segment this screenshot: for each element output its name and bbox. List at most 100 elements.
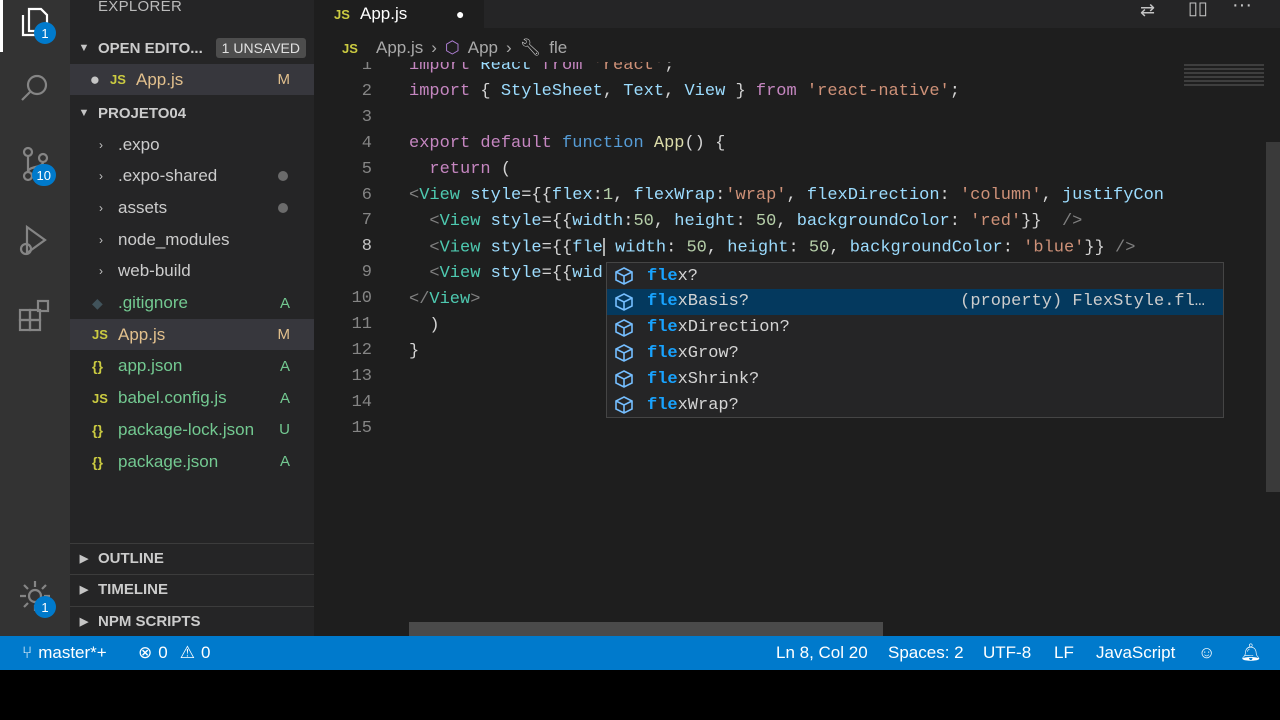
- outline-label: OUTLINE: [98, 550, 164, 567]
- code-line-1: import React from 'react';: [409, 62, 675, 75]
- horizontal-scrollbar[interactable]: [409, 622, 883, 636]
- explorer-icon[interactable]: 1: [0, 0, 70, 52]
- file-tree-item[interactable]: JS App.js M: [70, 319, 314, 351]
- code-line-7: <View style={{width:50, height: 50, back…: [429, 212, 1083, 231]
- file-tree-item[interactable]: › .expo-shared: [70, 161, 314, 192]
- suggestion-item[interactable]: fle xGrow?: [607, 340, 1223, 366]
- file-status: A: [279, 453, 290, 470]
- suggestion-item[interactable]: fle xWrap?: [607, 392, 1223, 418]
- extensions-icon[interactable]: [0, 286, 70, 346]
- git-file-icon: ◆: [92, 294, 103, 311]
- cursor-position[interactable]: Ln 8, Col 20: [776, 636, 868, 670]
- open-editor-item[interactable]: ● JS App.js M: [70, 64, 314, 95]
- unsaved-dot-icon[interactable]: ●: [456, 6, 464, 22]
- file-name: node_modules: [118, 229, 230, 249]
- file-name: web-build: [118, 261, 191, 281]
- indentation[interactable]: Spaces: 2: [888, 636, 964, 670]
- bell-icon[interactable]: 🔔︎: [1240, 636, 1262, 670]
- branch-indicator[interactable]: ⑂ master*+: [22, 636, 107, 670]
- language-mode[interactable]: JavaScript: [1096, 636, 1175, 670]
- npm-scripts-section[interactable]: ▶ NPM SCRIPTS: [70, 606, 314, 636]
- file-name: package.json: [118, 451, 219, 471]
- file-tree-item[interactable]: › assets: [70, 192, 314, 223]
- vscode-window: 1 10 1 EXPLORER ▼ OPEN EDITO... 1 UNSAVE…: [0, 0, 1280, 670]
- timeline-section[interactable]: ▶ TIMELINE: [70, 574, 314, 604]
- feedback-icon[interactable]: ☺: [1198, 636, 1215, 670]
- error-count: 0: [158, 643, 168, 662]
- file-tree-item[interactable]: {} app.json A: [70, 351, 314, 382]
- file-status: M: [277, 71, 291, 88]
- chevron-right-icon: ▶: [79, 553, 89, 565]
- line-number: 8: [361, 237, 372, 257]
- js-file-icon: JS: [334, 6, 350, 22]
- modified-dot-icon: [278, 171, 288, 182]
- split-editor-icon[interactable]: ▯▯: [1188, 0, 1208, 19]
- file-name: babel.config.js: [118, 388, 227, 408]
- outline-section[interactable]: ▶ OUTLINE: [70, 543, 314, 573]
- file-tree-item[interactable]: JS babel.config.js A: [70, 383, 314, 414]
- timeline-label: TIMELINE: [98, 581, 168, 598]
- source-control-icon[interactable]: 10: [0, 134, 70, 194]
- file-name: app.json: [118, 356, 183, 376]
- code-line-5: return (: [429, 160, 512, 179]
- more-actions-icon[interactable]: ···: [1232, 0, 1252, 17]
- suggestion-item[interactable]: fle x?: [607, 263, 1223, 289]
- suggestion-item[interactable]: fle xDirection?: [607, 315, 1223, 341]
- open-editors-section[interactable]: ▼ OPEN EDITO... 1 UNSAVED: [70, 33, 314, 63]
- file-status: A: [279, 389, 290, 407]
- unsaved-badge: 1 UNSAVED: [215, 38, 306, 58]
- modified-dot-icon: [278, 202, 288, 213]
- json-file-icon: {}: [92, 421, 103, 438]
- line-number: 15: [351, 418, 372, 438]
- file-name: App.js: [118, 324, 166, 344]
- json-file-icon: {}: [92, 358, 103, 375]
- property-icon: [613, 318, 635, 337]
- line-number: 5: [361, 159, 372, 179]
- file-tree-item[interactable]: {} package.json A: [70, 446, 314, 477]
- breadcrumb-symbol[interactable]: App: [468, 38, 498, 58]
- code-line-11: ): [409, 316, 440, 335]
- code-line-6: <View style={{flex:1, flexWrap:'wrap', f…: [409, 186, 1165, 205]
- file-status: U: [279, 421, 290, 439]
- code-line-4: export default function App() {: [409, 134, 726, 153]
- settings-gear-icon[interactable]: 1: [0, 566, 70, 626]
- error-icon: ⊗: [138, 643, 153, 662]
- end-of-line[interactable]: LF: [1054, 636, 1074, 670]
- line-number: 2: [361, 81, 372, 101]
- tab-app-js[interactable]: JS App.js ●: [314, 0, 484, 28]
- file-tree-item[interactable]: {} package-lock.json U: [70, 414, 314, 445]
- chevron-right-icon: ›: [99, 264, 103, 279]
- file-tree-item[interactable]: › node_modules: [70, 224, 314, 255]
- code-line-9: <View style={{wid: [429, 264, 603, 283]
- run-debug-icon[interactable]: [0, 210, 70, 270]
- breadcrumb-prop[interactable]: fle: [549, 38, 567, 58]
- file-tree-item[interactable]: ◆ .gitignore A: [70, 288, 314, 319]
- suggestion-item[interactable]: fle xBasis? (property) FlexStyle.fl…: [607, 288, 1223, 315]
- file-status: A: [279, 294, 290, 312]
- chevron-right-icon: ›: [99, 232, 103, 247]
- explorer-badge: 1: [34, 22, 56, 44]
- minimap[interactable]: [1180, 62, 1280, 636]
- line-number: 10: [351, 289, 372, 309]
- unsaved-dot-icon[interactable]: ●: [70, 70, 100, 90]
- line-number: 14: [351, 392, 372, 412]
- encoding[interactable]: UTF-8: [983, 636, 1031, 670]
- problems-indicator[interactable]: ⊗ 0 ⚠︎ 0: [138, 636, 210, 670]
- git-branch-icon: ⑂: [22, 643, 33, 662]
- line-number: 9: [361, 263, 372, 283]
- file-tree-item[interactable]: › web-build: [70, 256, 314, 287]
- editor-tabs: JS App.js ● ⇄ ▯▯ ···: [314, 0, 1280, 28]
- project-section[interactable]: ▼ PROJETO04: [70, 98, 314, 128]
- npm-scripts-label: NPM SCRIPTS: [98, 613, 201, 630]
- json-file-icon: {}: [92, 453, 103, 470]
- breadcrumb: JS App.js › ⬡ App › 🔧︎ fle: [314, 34, 575, 62]
- compare-changes-icon[interactable]: ⇄: [1140, 0, 1155, 21]
- breadcrumb-file[interactable]: App.js: [376, 38, 423, 58]
- file-tree-item[interactable]: › .expo: [70, 129, 314, 160]
- suggestion-item[interactable]: fle xShrink?: [607, 366, 1223, 392]
- search-icon[interactable]: [0, 58, 70, 118]
- sidebar-title: EXPLORER: [98, 0, 183, 15]
- scm-badge: 10: [31, 164, 56, 186]
- js-file-icon: JS: [110, 72, 126, 87]
- property-icon: [613, 396, 635, 414]
